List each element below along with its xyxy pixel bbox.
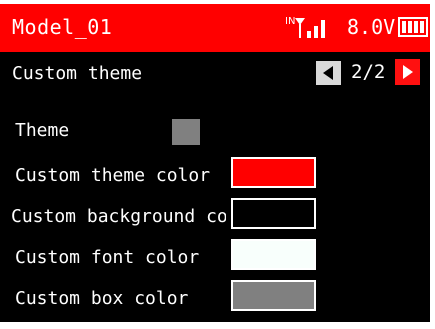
screen-bezel-right (430, 0, 435, 329)
screen-bezel-bottom (0, 322, 435, 329)
signal-bars-icon: IN (285, 16, 325, 38)
battery-icon (398, 17, 428, 37)
signal-label: IN (285, 16, 295, 27)
title-bar: Model_01 IN 8.0V (0, 4, 430, 52)
custom-box-color-label: Custom box color (15, 288, 189, 309)
page-next-button[interactable] (395, 59, 420, 85)
page-prev-button[interactable] (316, 61, 341, 85)
custom-theme-color-label: Custom theme color (15, 165, 211, 186)
custom-box-color-swatch[interactable] (231, 280, 316, 311)
custom-font-color-swatch[interactable] (231, 239, 316, 270)
voltage-readout: 8.0V (347, 15, 396, 39)
custom-theme-color-swatch[interactable] (231, 157, 316, 188)
custom-font-color-label: Custom font color (15, 247, 200, 268)
theme-swatch[interactable] (172, 119, 200, 145)
page-title: Custom theme (12, 63, 143, 84)
model-name: Model_01 (12, 15, 113, 39)
theme-label: Theme (15, 120, 70, 141)
custom-background-color-label: Custom background co (11, 206, 226, 227)
page-indicator: 2/2 (351, 61, 386, 83)
custom-background-color-swatch[interactable] (231, 198, 316, 229)
